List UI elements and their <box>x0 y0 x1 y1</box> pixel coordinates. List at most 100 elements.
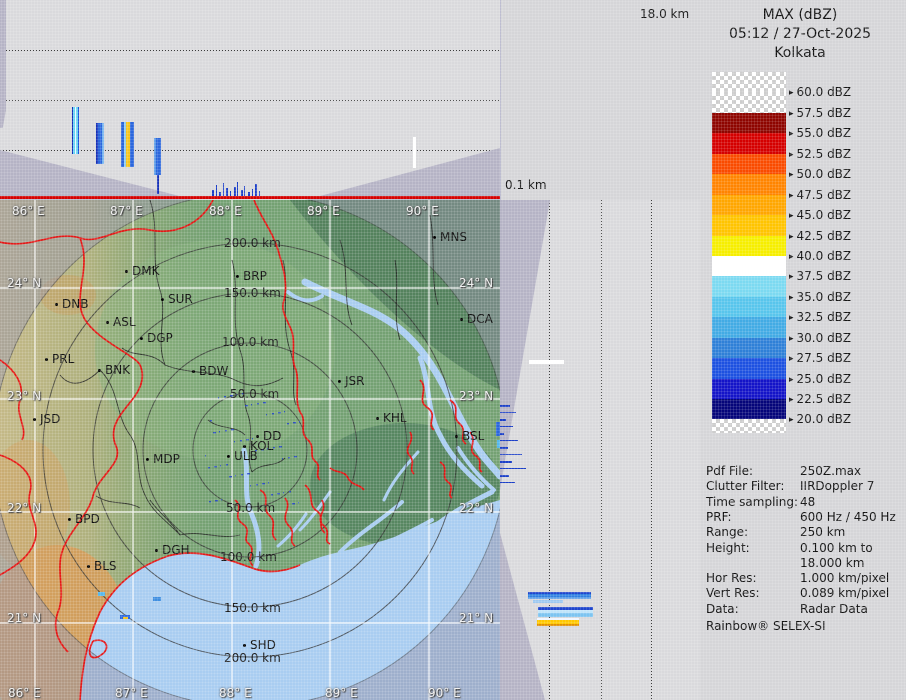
height-gridline <box>0 100 500 101</box>
range-ring-label: 200.0 km <box>224 651 281 665</box>
city-label: SUR <box>168 293 193 305</box>
city-code: DGH <box>162 543 190 557</box>
city-label: DGH <box>162 544 190 556</box>
echo-spike <box>216 185 217 196</box>
longitude-label: 86° E <box>12 204 45 218</box>
city-dot-marker <box>455 435 458 438</box>
city-code: MNS <box>440 230 467 244</box>
legend-color-band <box>712 317 786 337</box>
metadata-key: Pdf File: <box>706 464 753 478</box>
metadata-value: Radar Data <box>800 602 868 616</box>
top-cross-section-panel[interactable] <box>0 0 501 200</box>
legend-color-band <box>712 338 786 358</box>
latitude-label: 22° N <box>7 501 41 515</box>
echo-bar <box>528 592 591 599</box>
city-label: JSD <box>40 413 60 425</box>
city-code: DMK <box>132 264 159 278</box>
latitude-label: 23° N <box>7 389 41 403</box>
legend-threshold-label: ▸20.0 dBZ <box>789 412 851 426</box>
city-label: BDW <box>199 365 228 377</box>
legend-tick-arrow-icon: ▸ <box>789 150 794 160</box>
product-name: MAX (dBZ) <box>700 6 900 25</box>
metadata-key: Data: <box>706 602 739 616</box>
city-dot-marker <box>433 236 436 239</box>
legend-tick-arrow-icon: ▸ <box>789 170 794 180</box>
echo-spike <box>500 482 515 483</box>
city-code: KHL <box>383 411 407 425</box>
city-label: BNK <box>105 364 130 376</box>
legend-tick-arrow-icon: ▸ <box>789 395 794 405</box>
city-code: SUR <box>168 292 193 306</box>
echo-bar <box>533 600 563 603</box>
city-label: BRP <box>243 270 267 282</box>
metadata-value: 18.000 km <box>800 556 864 570</box>
city-code: BRP <box>243 269 267 283</box>
legend-threshold-text: 50.0 dBZ <box>797 167 852 181</box>
legend-threshold-label: ▸57.5 dBZ <box>789 106 851 120</box>
longitude-label: 87° E <box>110 204 143 218</box>
range-ring-label: 100.0 km <box>222 335 279 349</box>
legend-threshold-text: 57.5 dBZ <box>797 106 852 120</box>
legend-threshold-label: ▸35.0 dBZ <box>789 290 851 304</box>
metadata-row: Time sampling:48 <box>706 495 904 509</box>
legend-tick-arrow-icon: ▸ <box>789 129 794 139</box>
legend-color-band <box>712 276 786 296</box>
metadata-key: Height: <box>706 541 750 555</box>
longitude-label: 88° E <box>209 204 242 218</box>
metadata-value: 250 km <box>800 525 845 539</box>
echo-spike <box>500 447 508 449</box>
longitude-label: 90° E <box>428 686 461 700</box>
legend-threshold-text: 60.0 dBZ <box>797 85 852 99</box>
city-code: BSL <box>462 429 484 443</box>
metadata-row: Clutter Filter:IIRDoppler 7 <box>706 479 904 493</box>
city-code: DCA <box>467 312 493 326</box>
legend-tick-arrow-icon: ▸ <box>789 232 794 242</box>
city-dot-marker <box>227 455 230 458</box>
height-gridline <box>0 50 500 51</box>
legend-threshold-text: 52.5 dBZ <box>797 147 852 161</box>
city-label: ULB <box>234 450 258 462</box>
city-dot-marker <box>106 321 109 324</box>
legend-tick-arrow-icon: ▸ <box>789 88 794 98</box>
height-gridline <box>601 200 602 700</box>
echo-spike <box>500 454 522 455</box>
legend-color-band <box>712 256 786 276</box>
legend-color-band <box>712 297 786 317</box>
radar-map-view[interactable]: DMKBRPDNBSURASLDGPPRLBNKBDWMNSDCAJSRKHLB… <box>0 200 500 700</box>
echo-bar <box>538 607 593 617</box>
city-dot-marker <box>125 270 128 273</box>
city-dot-marker <box>256 435 259 438</box>
software-brand: Rainbow® SELEX-SI <box>706 619 826 633</box>
city-code: BPD <box>75 512 100 526</box>
city-label: JSR <box>345 375 365 387</box>
legend-tick-arrow-icon: ▸ <box>789 252 794 262</box>
metadata-key: Vert Res: <box>706 586 760 600</box>
latitude-label: 24° N <box>459 276 493 290</box>
legend-tick-arrow-icon: ▸ <box>789 272 794 282</box>
city-dot-marker <box>236 275 239 278</box>
city-dot-marker <box>376 417 379 420</box>
city-code: BDW <box>199 364 228 378</box>
city-label: KHL <box>383 412 407 424</box>
legend-color-band <box>712 419 786 433</box>
legend-threshold-label: ▸45.0 dBZ <box>789 208 851 222</box>
city-label: ASL <box>113 316 136 328</box>
echo-spike <box>500 419 506 421</box>
echo-spike <box>500 440 518 441</box>
longitude-label: 89° E <box>307 204 340 218</box>
right-cross-section-panel[interactable] <box>500 200 700 700</box>
city-code: BLS <box>94 559 117 573</box>
legend-threshold-text: 30.0 dBZ <box>797 331 852 345</box>
city-dot-marker <box>140 337 143 340</box>
metadata-key: Time sampling: <box>706 495 798 509</box>
city-label: DGP <box>147 332 173 344</box>
city-label: DNB <box>62 298 88 310</box>
legend-threshold-label: ▸52.5 dBZ <box>789 147 851 161</box>
city-dot-marker <box>192 370 195 373</box>
metadata-value: IIRDoppler 7 <box>800 479 874 493</box>
legend-tick-arrow-icon: ▸ <box>789 211 794 221</box>
height-axis-max-label: 18.0 km <box>640 7 689 21</box>
echo-spike <box>500 468 526 469</box>
legend-threshold-text: 32.5 dBZ <box>797 310 852 324</box>
range-ring-label: 50.0 km <box>226 501 275 515</box>
